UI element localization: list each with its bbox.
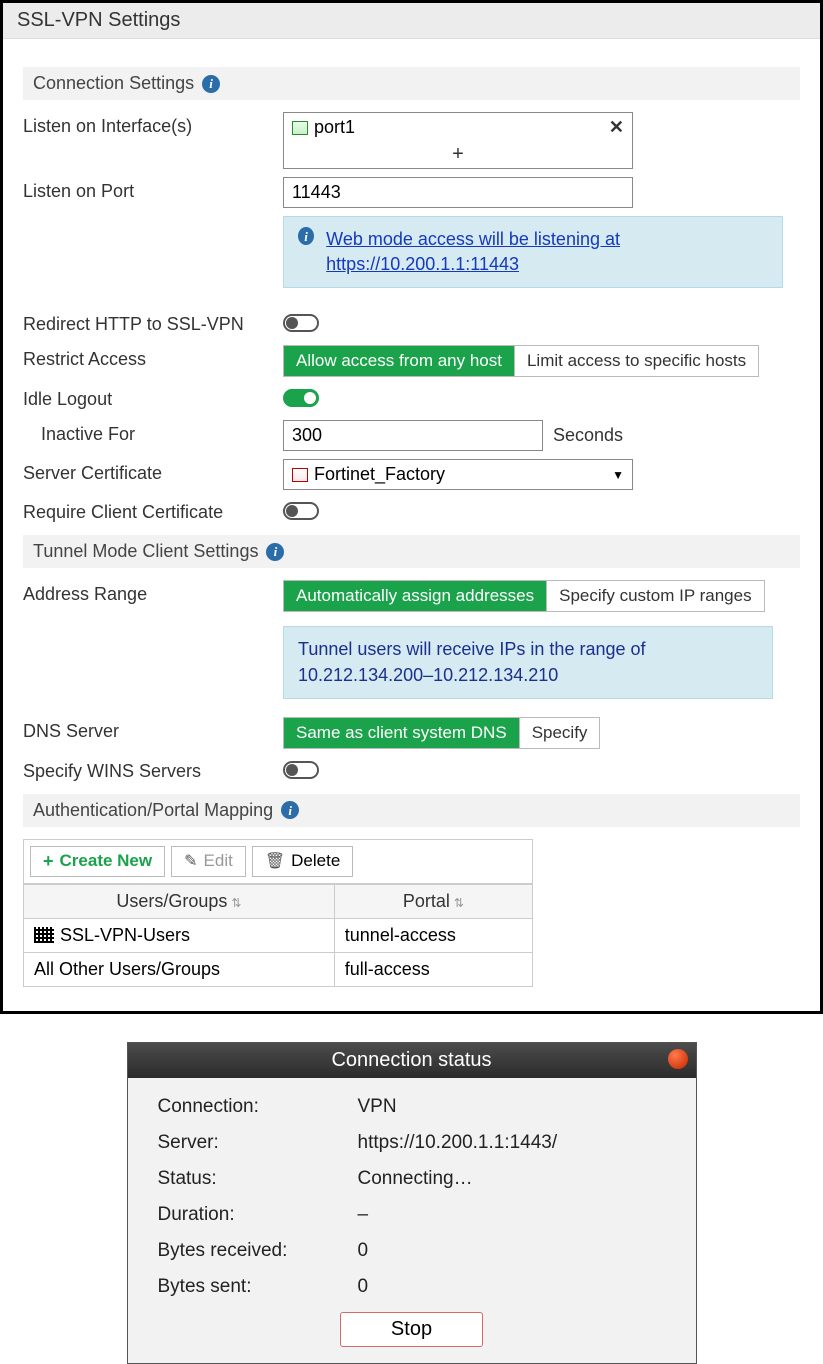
conn-status-value: Connecting… bbox=[358, 1168, 473, 1190]
web-mode-url-link[interactable]: Web mode access will be listening at htt… bbox=[326, 229, 620, 274]
label-restrict-access: Restrict Access bbox=[23, 345, 283, 370]
address-auto-option[interactable]: Automatically assign addresses bbox=[284, 581, 546, 611]
dns-specify-option[interactable]: Specify bbox=[519, 718, 600, 748]
pencil-icon: ✎ bbox=[184, 851, 197, 871]
interface-chip-label: port1 bbox=[314, 117, 355, 138]
web-mode-info-banner: i Web mode access will be listening at h… bbox=[283, 216, 783, 288]
dns-same-option[interactable]: Same as client system DNS bbox=[284, 718, 519, 748]
remove-interface-icon[interactable]: ✕ bbox=[609, 117, 624, 138]
info-icon[interactable]: i bbox=[266, 543, 284, 561]
address-range-segment: Automatically assign addresses Specify c… bbox=[283, 580, 765, 612]
label-inactive-for: Inactive For bbox=[23, 420, 283, 445]
sort-icon: ⇅ bbox=[231, 896, 241, 910]
conn-connection-label: Connection: bbox=[158, 1096, 358, 1118]
server-cert-value: Fortinet_Factory bbox=[314, 464, 445, 485]
col-portal[interactable]: Portal⇅ bbox=[334, 884, 532, 918]
conn-server-value: https://10.200.1.1:1443/ bbox=[358, 1132, 558, 1154]
conn-bytes-tx-value: 0 bbox=[358, 1276, 369, 1298]
restrict-limit-option[interactable]: Limit access to specific hosts bbox=[514, 346, 758, 376]
conn-bytes-tx-label: Bytes sent: bbox=[158, 1276, 358, 1298]
section-auth-label: Authentication/Portal Mapping bbox=[33, 800, 273, 821]
listen-interface-box[interactable]: port1 ✕ + bbox=[283, 112, 633, 169]
certificate-icon bbox=[292, 468, 308, 482]
add-interface-button[interactable]: + bbox=[284, 142, 632, 168]
info-icon: i bbox=[298, 227, 314, 245]
dialog-title: Connection status bbox=[331, 1049, 491, 1071]
conn-status-label: Status: bbox=[158, 1168, 358, 1190]
inactive-seconds-input[interactable] bbox=[283, 420, 543, 451]
trash-icon: 🗑 bbox=[265, 851, 285, 871]
tunnel-range-text: Tunnel users will receive IPs in the ran… bbox=[298, 637, 758, 687]
info-icon[interactable]: i bbox=[202, 75, 220, 93]
label-require-client-cert: Require Client Certificate bbox=[23, 498, 283, 523]
stop-button[interactable]: Stop bbox=[340, 1312, 483, 1347]
idle-logout-toggle[interactable] bbox=[283, 389, 319, 407]
tunnel-range-banner: Tunnel users will receive IPs in the ran… bbox=[283, 626, 773, 698]
conn-duration-value: – bbox=[358, 1204, 369, 1226]
restrict-access-segment: Allow access from any host Limit access … bbox=[283, 345, 759, 377]
info-icon[interactable]: i bbox=[281, 801, 299, 819]
label-dns-server: DNS Server bbox=[23, 717, 283, 742]
section-tunnel-label: Tunnel Mode Client Settings bbox=[33, 541, 258, 562]
delete-button[interactable]: 🗑 Delete bbox=[252, 846, 353, 877]
conn-duration-label: Duration: bbox=[158, 1204, 358, 1226]
create-new-button[interactable]: + Create New bbox=[30, 846, 165, 877]
close-icon[interactable] bbox=[668, 1049, 688, 1069]
chevron-down-icon: ▼ bbox=[612, 468, 624, 482]
col-users-groups[interactable]: Users/Groups⇅ bbox=[24, 884, 335, 918]
sort-icon: ⇅ bbox=[454, 896, 464, 910]
conn-connection-value: VPN bbox=[358, 1096, 397, 1118]
section-connection-settings: Connection Settings i bbox=[23, 67, 800, 100]
label-idle-logout: Idle Logout bbox=[23, 385, 283, 410]
connection-status-dialog: Connection status Connection: VPN Server… bbox=[127, 1042, 697, 1364]
label-listen-port: Listen on Port bbox=[23, 177, 283, 202]
plus-icon: + bbox=[43, 851, 54, 872]
section-auth-mapping: Authentication/Portal Mapping i bbox=[23, 794, 800, 827]
listen-port-input[interactable] bbox=[283, 177, 633, 208]
conn-server-label: Server: bbox=[158, 1132, 358, 1154]
label-listen-interface: Listen on Interface(s) bbox=[23, 112, 283, 137]
dns-server-segment: Same as client system DNS Specify bbox=[283, 717, 600, 749]
seconds-unit: Seconds bbox=[553, 425, 623, 446]
dialog-titlebar: Connection status bbox=[128, 1043, 696, 1078]
restrict-allow-any-option[interactable]: Allow access from any host bbox=[284, 346, 514, 376]
table-row[interactable]: All Other Users/Groups full-access bbox=[24, 952, 533, 986]
auth-mapping-table: Users/Groups⇅ Portal⇅ SSL-VPN-Users tunn… bbox=[23, 884, 533, 987]
table-row[interactable]: SSL-VPN-Users tunnel-access bbox=[24, 918, 533, 952]
server-cert-select[interactable]: Fortinet_Factory ▼ bbox=[283, 459, 633, 490]
conn-bytes-rx-value: 0 bbox=[358, 1240, 369, 1262]
sslvpn-settings-panel: SSL-VPN Settings Connection Settings i L… bbox=[0, 0, 823, 1014]
conn-bytes-rx-label: Bytes received: bbox=[158, 1240, 358, 1262]
label-server-cert: Server Certificate bbox=[23, 459, 283, 484]
specify-wins-toggle[interactable] bbox=[283, 761, 319, 779]
label-specify-wins: Specify WINS Servers bbox=[23, 757, 283, 782]
section-connection-label: Connection Settings bbox=[33, 73, 194, 94]
label-redirect-http: Redirect HTTP to SSL-VPN bbox=[23, 310, 283, 335]
redirect-http-toggle[interactable] bbox=[283, 314, 319, 332]
address-custom-option[interactable]: Specify custom IP ranges bbox=[546, 581, 763, 611]
panel-title: SSL-VPN Settings bbox=[3, 3, 820, 39]
label-address-range: Address Range bbox=[23, 580, 283, 605]
section-tunnel-settings: Tunnel Mode Client Settings i bbox=[23, 535, 800, 568]
interface-icon bbox=[292, 121, 308, 135]
require-client-cert-toggle[interactable] bbox=[283, 502, 319, 520]
group-icon bbox=[34, 927, 54, 943]
edit-button[interactable]: ✎ Edit bbox=[171, 846, 246, 877]
auth-toolbar: + Create New ✎ Edit 🗑 Delete bbox=[23, 839, 533, 884]
